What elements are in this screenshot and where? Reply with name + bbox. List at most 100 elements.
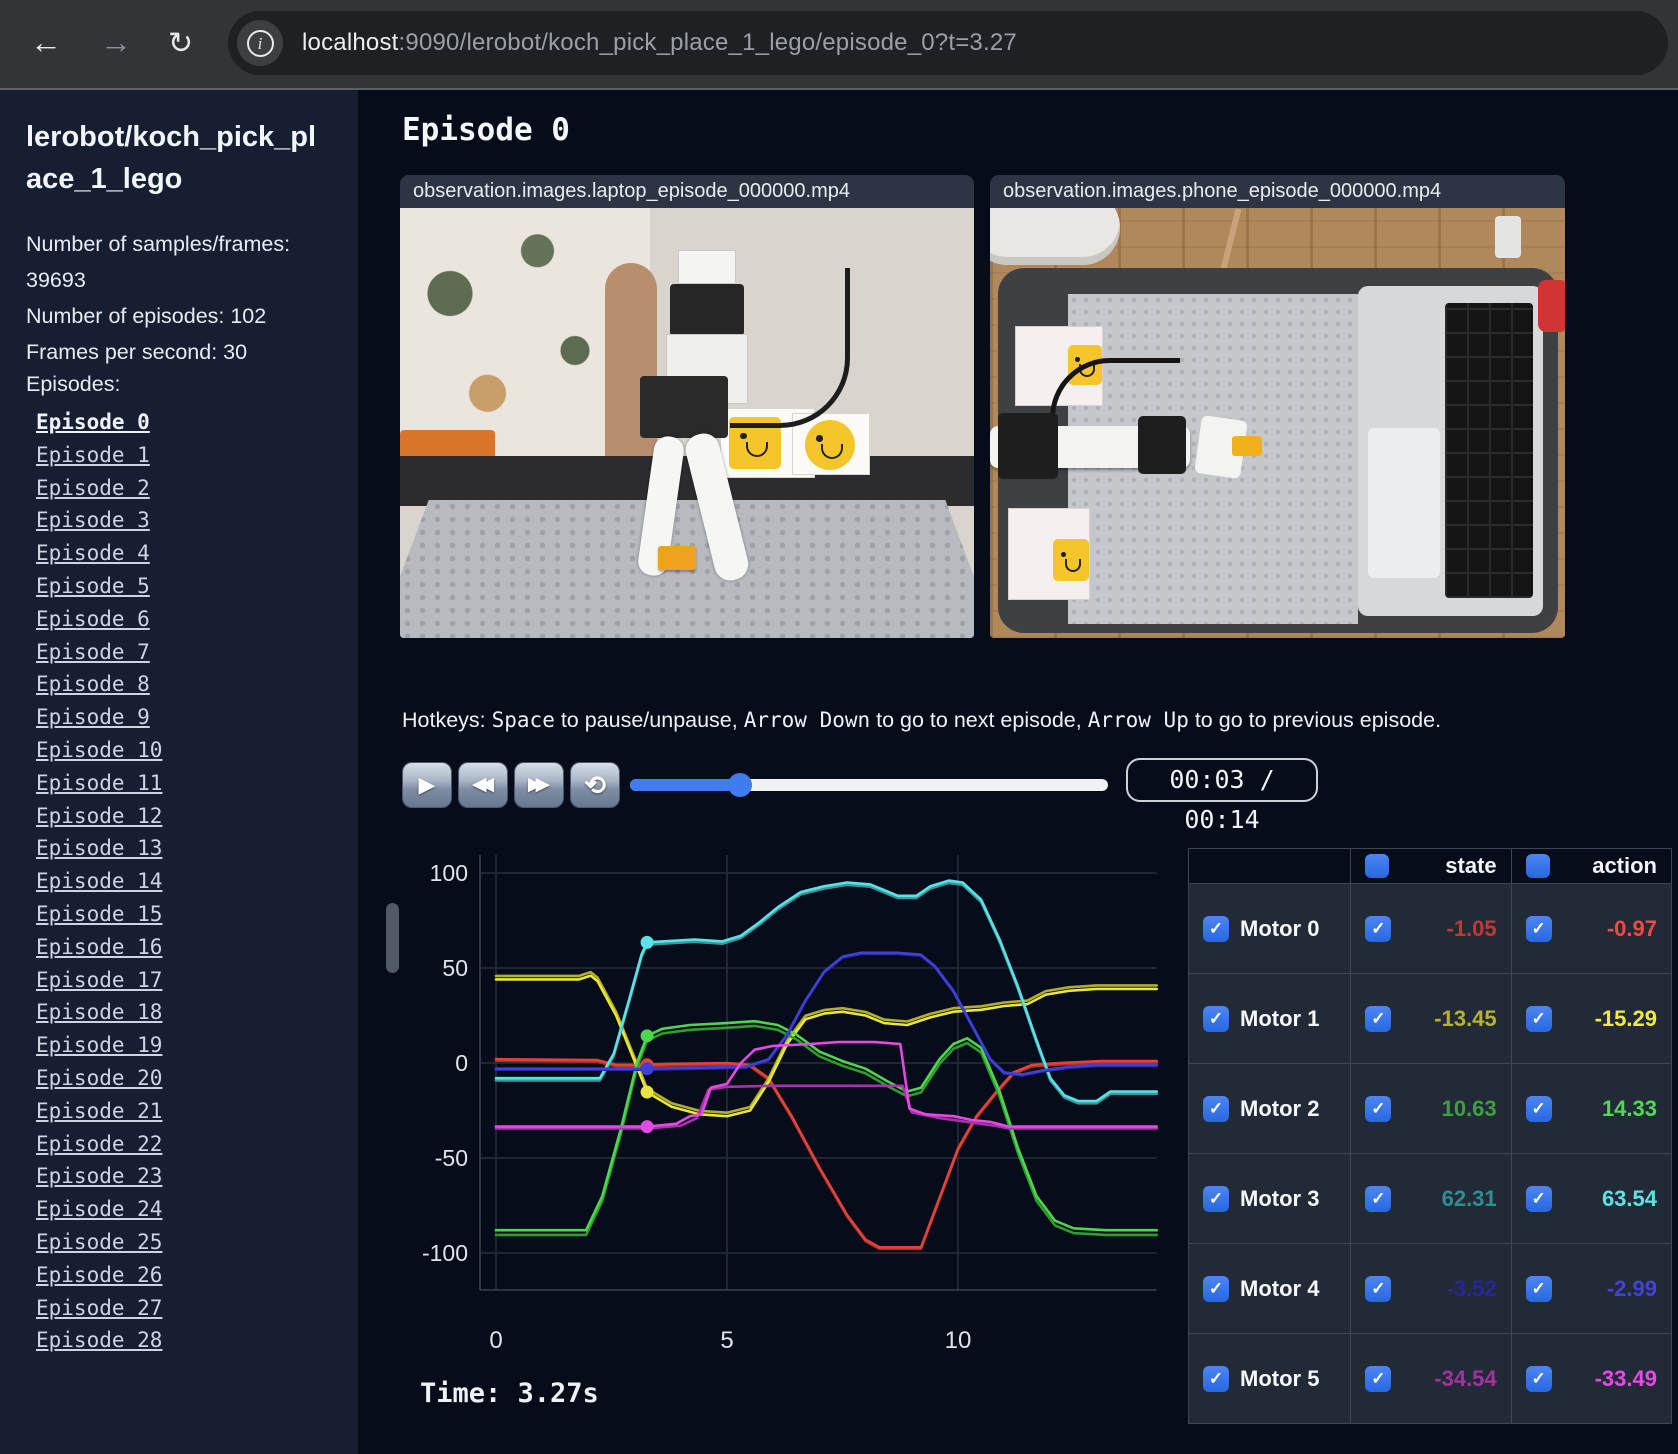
motor-1-state-value: -13.45 [1434, 1005, 1497, 1031]
episode-link-7[interactable]: Episode 7 [36, 636, 336, 669]
laptop-keyboard [1445, 303, 1533, 598]
seek-slider[interactable] [630, 773, 1108, 797]
motor-3-action-checkbox[interactable]: ✓ [1525, 1185, 1552, 1212]
episode-link-27[interactable]: Episode 27 [36, 1292, 336, 1325]
motor-5-state-checkbox[interactable]: ✓ [1365, 1365, 1392, 1392]
table-edge [400, 456, 974, 506]
episode-link-0[interactable]: Episode 0 [36, 406, 336, 439]
episode-link-22[interactable]: Episode 22 [36, 1128, 336, 1161]
yellow-lego-brick [1232, 436, 1262, 456]
motor-4-checkbox[interactable]: ✓ [1203, 1275, 1229, 1302]
dataset-title: lerobot/koch_pick_place_1_lego [26, 121, 317, 195]
episode-link-5[interactable]: Episode 5 [36, 570, 336, 603]
motor-4-action-checkbox[interactable]: ✓ [1525, 1275, 1552, 1302]
fast-forward-button[interactable]: ▶▶ [514, 762, 564, 808]
motor-2-action-value: 14.33 [1601, 1095, 1657, 1121]
episodes-label: Episodes: [26, 372, 121, 396]
episode-link-19[interactable]: Episode 19 [36, 1029, 336, 1062]
motor-2-state-value: 10.63 [1441, 1095, 1497, 1121]
video-phone[interactable]: observation.images.phone_episode_000000.… [990, 175, 1565, 638]
action-column-checkbox[interactable] [1525, 854, 1550, 878]
motor-5-checkbox[interactable]: ✓ [1203, 1365, 1229, 1392]
motor-1-state-checkbox[interactable]: ✓ [1365, 1005, 1392, 1032]
info-icon: i [246, 29, 274, 57]
back-icon[interactable]: ← [30, 24, 62, 61]
episode-link-28[interactable]: Episode 28 [36, 1324, 336, 1357]
episode-link-6[interactable]: Episode 6 [36, 603, 336, 636]
motor-1-checkbox[interactable]: ✓ [1203, 1005, 1229, 1032]
motor-0-state-checkbox[interactable]: ✓ [1365, 915, 1392, 942]
reload-icon[interactable]: ↻ [168, 26, 193, 61]
motor-2-checkbox[interactable]: ✓ [1203, 1095, 1229, 1122]
svg-text:10: 10 [945, 1327, 972, 1354]
motor-3-checkbox[interactable]: ✓ [1203, 1185, 1229, 1212]
episode-link-2[interactable]: Episode 2 [36, 472, 336, 505]
episode-link-3[interactable]: Episode 3 [36, 504, 336, 537]
episode-link-11[interactable]: Episode 11 [36, 767, 336, 800]
rewind-button[interactable]: ◀◀ [458, 762, 508, 808]
episode-link-4[interactable]: Episode 4 [36, 537, 336, 570]
episode-link-16[interactable]: Episode 16 [36, 931, 336, 964]
episode-link-10[interactable]: Episode 10 [36, 734, 336, 767]
orange-lego-brick [658, 546, 696, 570]
episode-link-12[interactable]: Episode 12 [36, 800, 336, 833]
motor-table: state action ✓ Motor 0 ✓ -1.05 ✓ -0.97 ✓ Motor … [1187, 848, 1673, 1424]
motor-0-checkbox[interactable]: ✓ [1203, 915, 1229, 942]
table-row-motor-1: ✓ Motor 1 ✓ -13.45 ✓ -15.29 [1187, 973, 1673, 1064]
episode-link-9[interactable]: Episode 9 [36, 701, 336, 734]
table-row-motor-2: ✓ Motor 2 ✓ 10.63 ✓ 14.33 [1187, 1063, 1673, 1154]
episode-link-17[interactable]: Episode 17 [36, 964, 336, 997]
episode-link-20[interactable]: Episode 20 [36, 1062, 336, 1095]
laptop-trackpad [1368, 428, 1440, 578]
motor-1-action-value: -15.29 [1594, 1005, 1657, 1031]
svg-text:0: 0 [489, 1327, 502, 1354]
box-bottom-left [1008, 508, 1090, 600]
episode-link-24[interactable]: Episode 24 [36, 1193, 336, 1226]
episode-link-13[interactable]: Episode 13 [36, 832, 336, 865]
video-phone-caption: observation.images.phone_episode_000000.… [990, 175, 1565, 208]
loop-button[interactable]: ⟲ [570, 762, 620, 808]
header-state: state [1350, 848, 1512, 884]
episode-link-26[interactable]: Episode 26 [36, 1259, 336, 1292]
episode-link-1[interactable]: Episode 1 [36, 439, 336, 472]
site-info-button[interactable]: i [237, 20, 283, 66]
episode-link-15[interactable]: Episode 15 [36, 898, 336, 931]
browser-toolbar: ← → ↻ i localhost:9090/lerobot/koch_pick… [0, 0, 1678, 90]
state-column-checkbox[interactable] [1365, 854, 1390, 878]
video-laptop[interactable]: observation.images.laptop_episode_000000… [400, 175, 974, 638]
svg-text:-50: -50 [435, 1145, 468, 1171]
header-action: action [1510, 848, 1673, 884]
motor-3-state-checkbox[interactable]: ✓ [1365, 1185, 1392, 1212]
motor-chart[interactable]: 100 50 0 -50 -100 0 5 10 [400, 840, 1170, 1415]
episode-link-23[interactable]: Episode 23 [36, 1160, 336, 1193]
episode-link-25[interactable]: Episode 25 [36, 1226, 336, 1259]
episode-link-14[interactable]: Episode 14 [36, 865, 336, 898]
video-phone-frame[interactable] [990, 208, 1565, 638]
play-button[interactable]: ▶ [402, 762, 452, 808]
motor-2-state-checkbox[interactable]: ✓ [1365, 1095, 1392, 1122]
hotkey-text: to go to previous episode. [1188, 708, 1442, 732]
address-bar[interactable]: i localhost:9090/lerobot/koch_pick_place… [228, 11, 1668, 75]
motor-0-action-checkbox[interactable]: ✓ [1525, 915, 1552, 942]
url-text[interactable]: localhost:9090/lerobot/koch_pick_place_1… [302, 29, 1017, 57]
episode-link-21[interactable]: Episode 21 [36, 1095, 336, 1128]
stat-samples: Number of samples/frames: 39693 [26, 232, 291, 292]
svg-text:-100: -100 [422, 1240, 468, 1266]
table-row-motor-4: ✓ Motor 4 ✓ -3.52 ✓ -2.99 [1187, 1243, 1673, 1334]
video-laptop-frame[interactable] [400, 208, 974, 638]
video-laptop-caption: observation.images.laptop_episode_000000… [400, 175, 974, 208]
sticker-bottom-left [1053, 539, 1089, 581]
motor-2-action-checkbox[interactable]: ✓ [1525, 1095, 1552, 1122]
motor-0-action-value: -0.97 [1606, 915, 1657, 941]
seek-slider-thumb[interactable] [727, 773, 752, 797]
motor-5-action-checkbox[interactable]: ✓ [1525, 1365, 1552, 1392]
motor-2-label: Motor 2 [1240, 1095, 1320, 1121]
hug-sticker [805, 420, 855, 470]
episode-link-18[interactable]: Episode 18 [36, 996, 336, 1029]
episode-link-8[interactable]: Episode 8 [36, 668, 336, 701]
hotkey-key: Arrow Up [1087, 708, 1189, 732]
forward-icon[interactable]: → [100, 24, 132, 61]
motor-4-state-checkbox[interactable]: ✓ [1365, 1275, 1392, 1302]
motor-1-action-checkbox[interactable]: ✓ [1525, 1005, 1552, 1032]
hotkey-key: Arrow Down [743, 708, 871, 732]
